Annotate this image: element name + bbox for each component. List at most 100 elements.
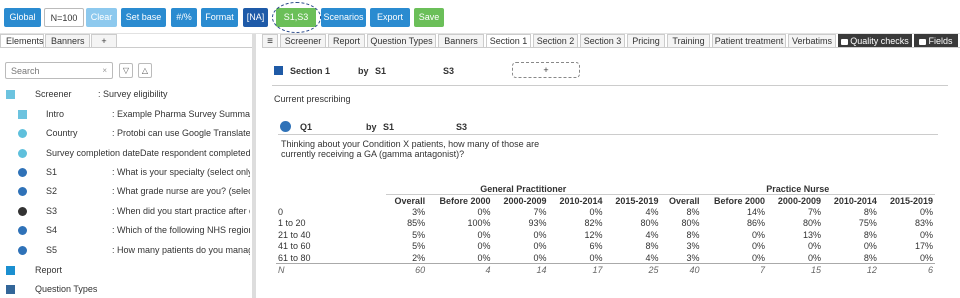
lock-icon — [841, 39, 849, 45]
tab-section-3[interactable]: Section 3 — [580, 34, 625, 48]
row-label: 41 to 60 — [278, 241, 311, 252]
tree-item-s4[interactable]: S4 : Which of the following NHS regions — [0, 225, 252, 245]
table-cell: 3% — [686, 252, 700, 263]
tree-item-name: Country — [46, 128, 78, 138]
tree-item-desc: : Example Pharma Survey Summary: — [112, 109, 250, 119]
tree-item-desc: : How many patients do you manage — [112, 245, 250, 255]
table-cell: 7 — [701, 263, 767, 275]
table-cell: 0% — [919, 229, 933, 240]
global-button[interactable]: Global — [4, 8, 41, 27]
tree-item-desc: : Survey eligibility — [98, 89, 168, 99]
col-header: 2010-2014 — [559, 195, 603, 206]
count-percent-button[interactable]: #/% — [171, 8, 197, 27]
question-text-line-2: currently receiving a GA (gamma antagoni… — [281, 149, 465, 159]
tab-banners[interactable]: Banners — [438, 34, 484, 48]
filter-icon[interactable]: ▽ — [119, 63, 133, 78]
tree-item-desc: : Date respondent completed — [135, 148, 250, 158]
section-by-label: by — [358, 66, 369, 76]
tab-banners[interactable]: Banners — [45, 34, 90, 48]
table-cell: 17% — [914, 241, 933, 252]
row-label: 61 to 80 — [278, 252, 311, 263]
clear-button[interactable]: Clear — [86, 8, 117, 27]
save-button[interactable]: Save — [414, 8, 444, 27]
table-cell: 0% — [919, 252, 933, 263]
tab-training[interactable]: Training — [667, 34, 710, 48]
add-banner-button[interactable]: + — [512, 62, 580, 78]
question-text-line-1: Thinking about your Condition X patients… — [281, 139, 540, 149]
section-square-icon — [274, 66, 283, 75]
tree-item-desc: : Protobi can use Google Translate to — [112, 128, 250, 138]
tree-item-s5[interactable]: S5 : How many patients do you manage — [0, 245, 252, 265]
section-title: Section 1 — [290, 66, 331, 76]
table-row: 1 to 20 85% 100% 93% 82% 80% 80% 86% 80% 75% 83% — [276, 218, 935, 230]
menu-icon[interactable]: ≡ — [262, 34, 278, 48]
tree-item-question-types[interactable]: Question Types — [0, 284, 252, 298]
tab-quality-checks[interactable]: Quality checks — [838, 34, 912, 48]
table-row: 41 to 60 5% 0% 0% 6% 8% 3% 0% 0% 0% 17% — [276, 241, 935, 253]
table-cell: 8% — [686, 229, 700, 240]
tab-report[interactable]: Report — [328, 34, 365, 48]
main-panel: ≡ Screener Report Question Types Banners… — [262, 34, 960, 298]
export-button[interactable]: Export — [370, 8, 410, 27]
table-cell: 8% — [863, 206, 877, 217]
tree-item-intro[interactable]: Intro : Example Pharma Survey Summary: — [0, 109, 252, 129]
table-cell: 8% — [863, 229, 877, 240]
tab-screener[interactable]: Screener — [280, 34, 326, 48]
format-button[interactable]: Format — [201, 8, 238, 27]
tree-item-name: S5 — [46, 245, 58, 255]
tab-pricing[interactable]: Pricing — [627, 34, 665, 48]
tree-item-survey-completion-date[interactable]: Survey completion date : Date respondent… — [0, 148, 252, 168]
add-tab-button[interactable]: + — [91, 34, 117, 48]
question-s1: S1 — [383, 122, 395, 132]
row-label: 0 — [278, 206, 284, 217]
question-rule — [278, 134, 938, 135]
tree-item-name: Intro — [46, 109, 65, 119]
base-n-row: N 60 4 14 17 25 40 7 15 12 6 — [276, 263, 935, 275]
tab-elements[interactable]: Elements — [0, 34, 44, 48]
item-square-icon — [18, 110, 27, 119]
empty-cell — [276, 183, 386, 195]
tree-item-s1[interactable]: S1 : What is your specialty (select only… — [0, 167, 252, 187]
table-row: 21 to 40 5% 0% 0% 12% 4% 8% 0% 13% 8% 0% — [276, 229, 935, 241]
section-square-icon — [6, 90, 15, 99]
set-base-button[interactable]: Set base — [121, 8, 166, 27]
table-cell: 0% — [807, 252, 821, 263]
tree-item-screener[interactable]: Screener : Survey eligibility — [0, 89, 252, 109]
highlight-ring — [272, 2, 321, 33]
na-button[interactable]: [NA] — [243, 8, 268, 27]
table-cell: 80% — [681, 218, 700, 229]
tree-item-name: S3 — [46, 206, 58, 216]
table-cell: 0% — [589, 206, 603, 217]
col-header: Overall — [669, 195, 700, 206]
tab-verbatims[interactable]: Verbatims — [788, 34, 836, 48]
table-cell: 0% — [477, 206, 491, 217]
col-header: Overall — [394, 195, 426, 206]
table-cell: 7% — [807, 206, 821, 217]
tab-patient-treatment[interactable]: Patient treatment — [712, 34, 786, 48]
section-square-icon — [6, 266, 15, 275]
table-cell: 14 — [492, 263, 549, 275]
table-cell: 4% — [645, 229, 659, 240]
table-cell: 25 — [604, 263, 661, 275]
table-cell: 7% — [533, 206, 547, 217]
tab-section-2[interactable]: Section 2 — [533, 34, 578, 48]
scenarios-button[interactable]: Scenarios — [321, 8, 366, 27]
tree-item-report[interactable]: Report — [0, 265, 252, 285]
tree-item-name: Report — [35, 265, 63, 275]
tab-fields[interactable]: Fields — [914, 34, 958, 48]
search-input[interactable]: Search × — [5, 62, 113, 79]
table-cell: 0% — [751, 241, 765, 252]
tree-item-s2[interactable]: S2 : What grade nurse are you? (select o — [0, 186, 252, 206]
row-label: 1 to 20 — [278, 218, 306, 229]
lock-icon — [919, 39, 927, 45]
tab-question-types[interactable]: Question Types — [367, 34, 436, 48]
crosstab-table: General Practitioner Practice Nurse Over… — [276, 183, 935, 275]
tab-section-1[interactable]: Section 1 — [486, 34, 531, 48]
n-base-field[interactable]: N=100 — [44, 8, 84, 27]
table-cell: 100% — [467, 218, 491, 229]
clear-search-icon[interactable]: × — [102, 66, 107, 75]
tree-item-country[interactable]: Country : Protobi can use Google Transla… — [0, 128, 252, 148]
table-cell: 14% — [746, 206, 765, 217]
tree-item-s3[interactable]: S3 : When did you start practice after c… — [0, 206, 252, 226]
sort-icon[interactable]: △ — [138, 63, 152, 78]
